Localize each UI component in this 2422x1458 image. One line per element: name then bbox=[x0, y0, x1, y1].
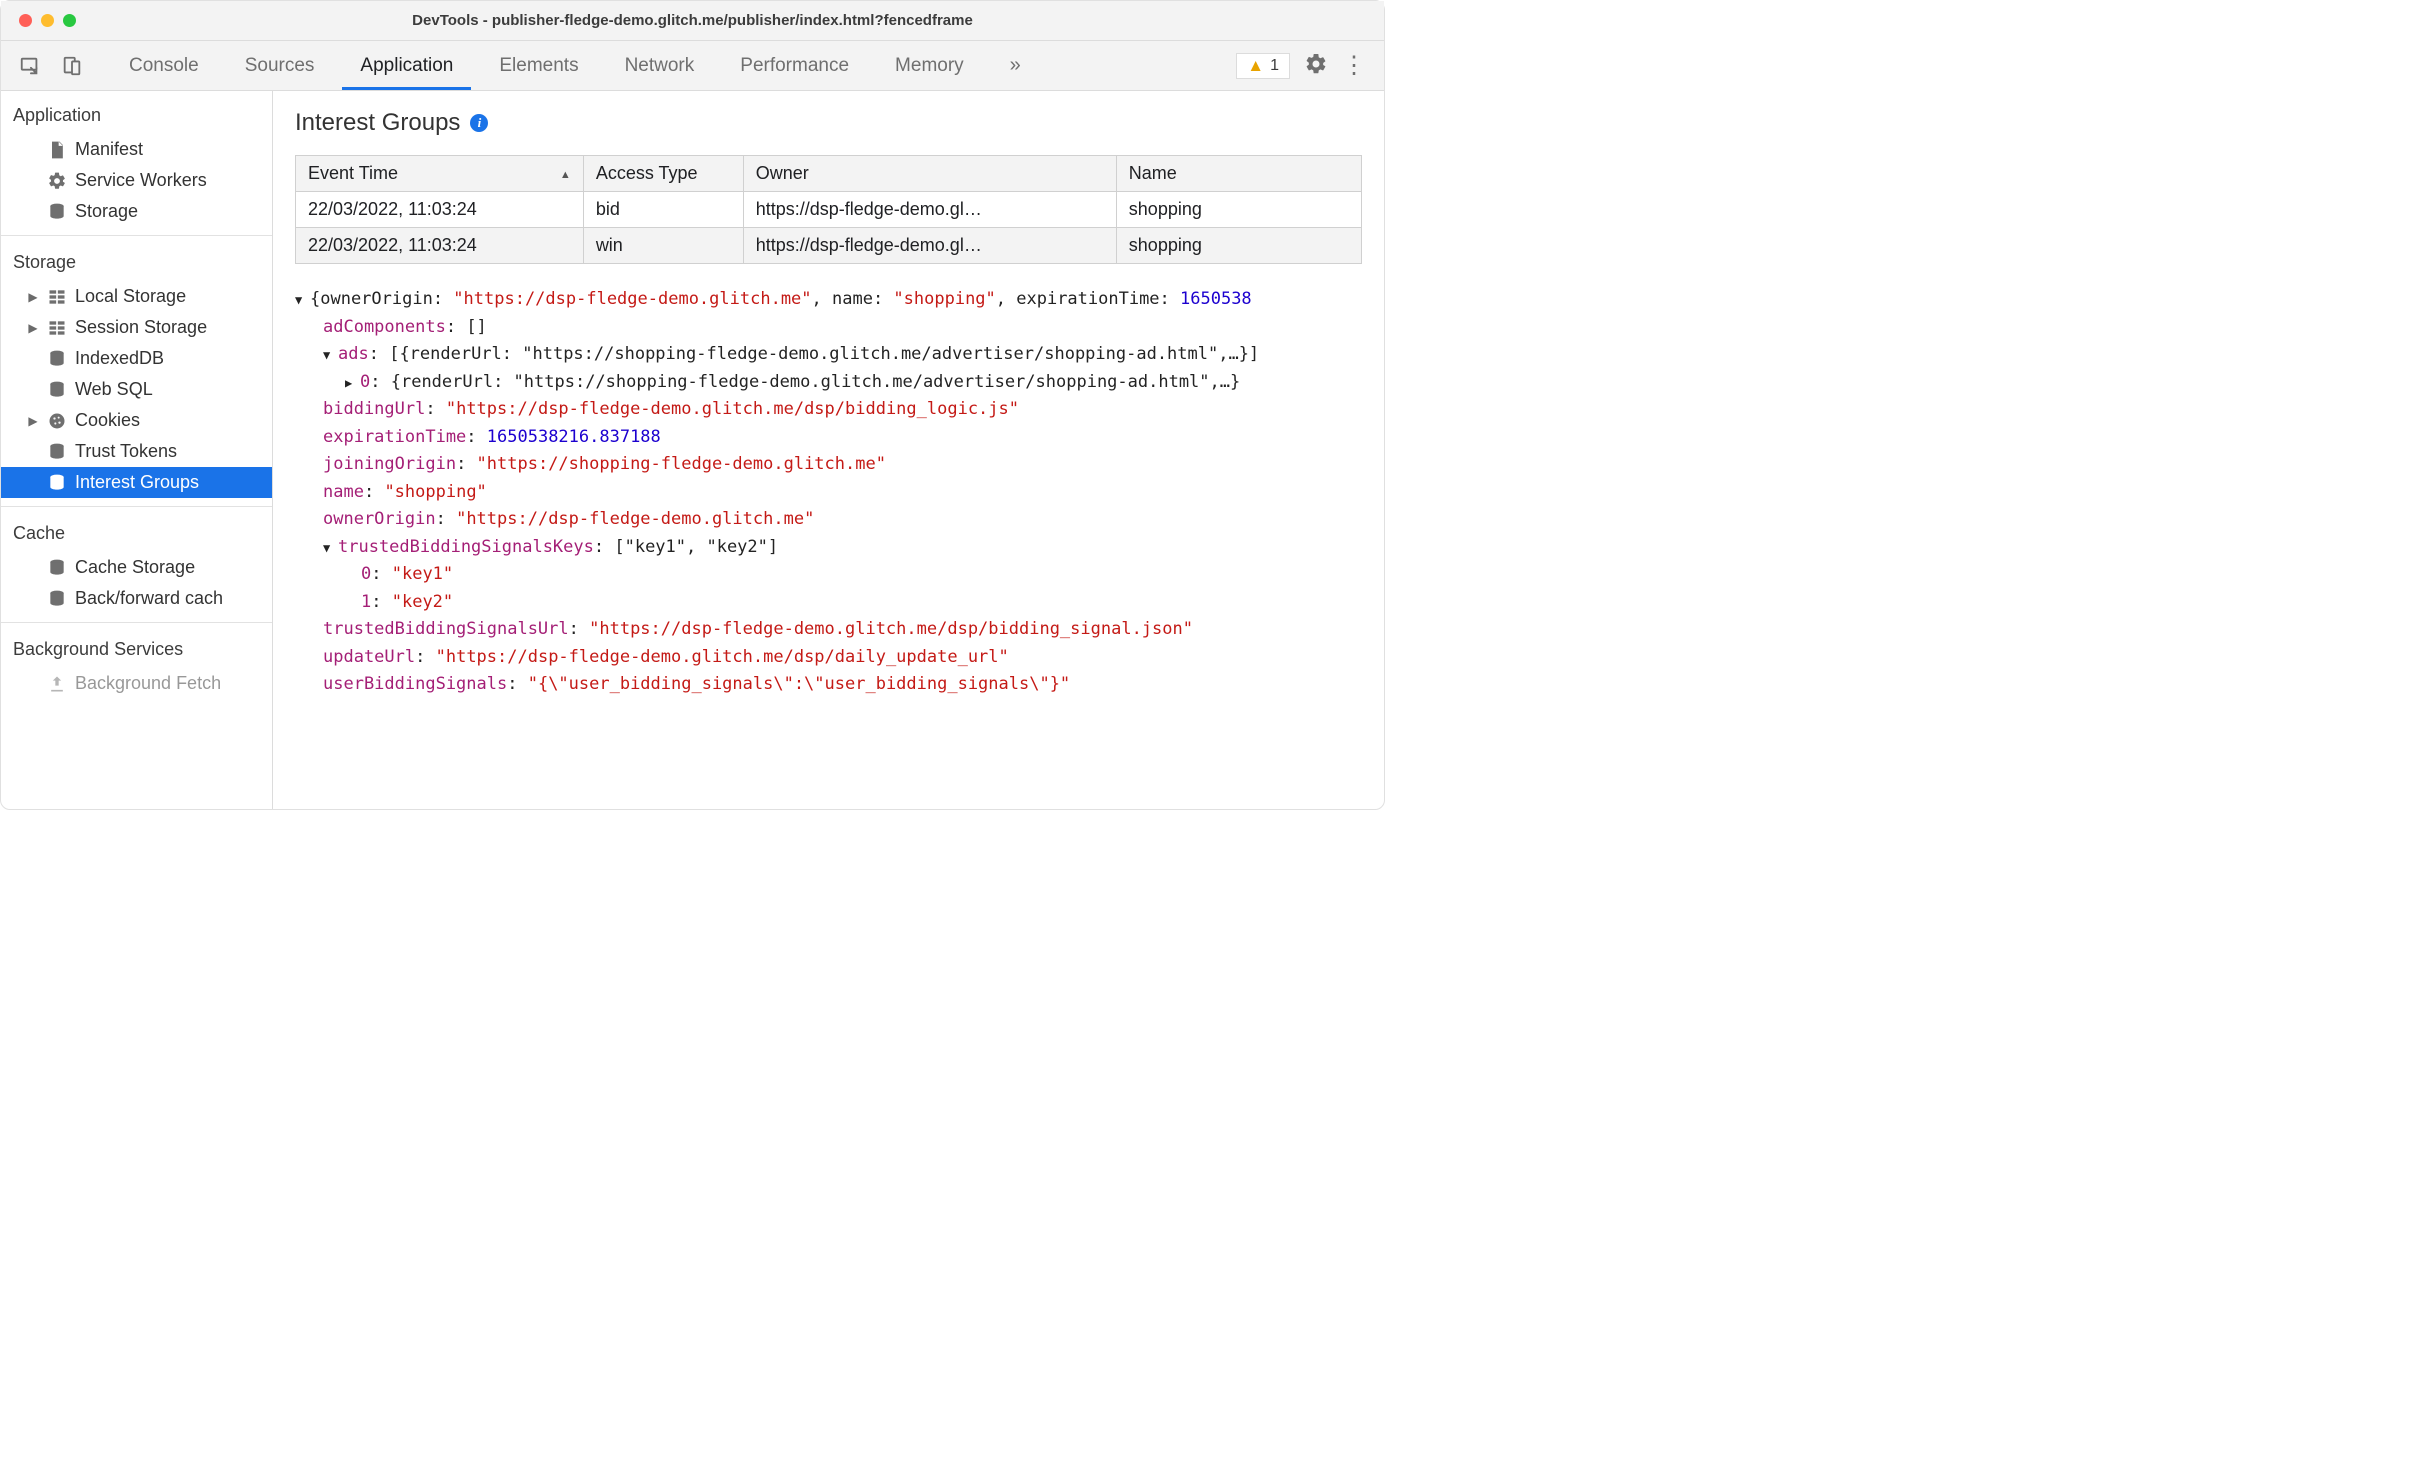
sidebar-item-label: Manifest bbox=[75, 139, 143, 160]
sidebar-item-back-forward-cache[interactable]: ▶ Back/forward cach bbox=[1, 583, 272, 614]
cell-name: shopping bbox=[1116, 228, 1361, 264]
sidebar-item-trust-tokens[interactable]: ▶ Trust Tokens bbox=[1, 436, 272, 467]
window-title: DevTools - publisher-fledge-demo.glitch.… bbox=[1, 12, 1384, 29]
sidebar-item-label: Cache Storage bbox=[75, 557, 195, 578]
cell-access-type: bid bbox=[583, 192, 743, 228]
events-table: Event Time ▲ Access Type Owner Name 22/0… bbox=[295, 155, 1362, 264]
upload-icon bbox=[47, 674, 67, 694]
sidebar-item-cache-storage[interactable]: ▶ Cache Storage bbox=[1, 552, 272, 583]
database-icon bbox=[47, 442, 67, 462]
sidebar-item-background-fetch[interactable]: ▶ Background Fetch bbox=[1, 668, 272, 699]
sidebar-section-application: Application bbox=[1, 97, 272, 134]
tab-sources[interactable]: Sources bbox=[227, 44, 333, 90]
application-sidebar: Application ▶ Manifest ▶ Service Workers… bbox=[1, 91, 273, 809]
database-icon bbox=[47, 349, 67, 369]
sidebar-item-session-storage[interactable]: ▶ Session Storage bbox=[1, 312, 272, 343]
window-controls bbox=[1, 14, 76, 27]
document-icon bbox=[47, 140, 67, 160]
column-event-time[interactable]: Event Time ▲ bbox=[296, 156, 584, 192]
issues-badge[interactable]: ▲ 1 bbox=[1236, 53, 1290, 79]
column-owner[interactable]: Owner bbox=[743, 156, 1116, 192]
sidebar-item-label: Interest Groups bbox=[75, 472, 199, 493]
grid-icon bbox=[47, 318, 67, 338]
database-icon bbox=[47, 589, 67, 609]
sidebar-item-storage-summary[interactable]: ▶ Storage bbox=[1, 196, 272, 227]
database-icon bbox=[47, 380, 67, 400]
close-window-button[interactable] bbox=[19, 14, 32, 27]
fullscreen-window-button[interactable] bbox=[63, 14, 76, 27]
tab-network[interactable]: Network bbox=[607, 44, 713, 90]
sidebar-section-storage: Storage bbox=[1, 244, 272, 281]
cell-owner: https://dsp-fledge-demo.gl… bbox=[743, 192, 1116, 228]
interest-groups-panel: Interest Groups i Event Time ▲ Access Ty… bbox=[273, 91, 1384, 809]
panel-tabs: Console Sources Application Elements Net… bbox=[111, 41, 1033, 90]
sort-asc-icon: ▲ bbox=[560, 169, 571, 181]
sidebar-item-label: Background Fetch bbox=[75, 673, 221, 694]
sidebar-item-label: Service Workers bbox=[75, 170, 207, 191]
tab-console[interactable]: Console bbox=[111, 44, 217, 90]
settings-button[interactable] bbox=[1304, 52, 1328, 79]
sidebar-item-label: IndexedDB bbox=[75, 348, 164, 369]
sidebar-item-label: Trust Tokens bbox=[75, 441, 177, 462]
sidebar-item-label: Session Storage bbox=[75, 317, 207, 338]
object-inspector[interactable]: ▼{ownerOrigin: "https://dsp-fledge-demo.… bbox=[295, 286, 1362, 699]
cell-name: shopping bbox=[1116, 192, 1361, 228]
sidebar-item-label: Storage bbox=[75, 201, 138, 222]
expand-toggle[interactable]: ▶ bbox=[345, 374, 360, 393]
sidebar-item-cookies[interactable]: ▶ Cookies bbox=[1, 405, 272, 436]
more-options-button[interactable]: ⋮ bbox=[1342, 54, 1366, 78]
cookie-icon bbox=[47, 411, 67, 431]
panel-title: Interest Groups bbox=[295, 109, 460, 137]
tab-elements[interactable]: Elements bbox=[481, 44, 596, 90]
device-toolbar-button[interactable] bbox=[51, 55, 93, 77]
sidebar-item-service-workers[interactable]: ▶ Service Workers bbox=[1, 165, 272, 196]
inspect-element-button[interactable] bbox=[9, 55, 51, 77]
cell-access-type: win bbox=[583, 228, 743, 264]
sidebar-item-interest-groups[interactable]: ▶ Interest Groups bbox=[1, 467, 272, 498]
database-icon bbox=[47, 202, 67, 222]
sidebar-item-label: Cookies bbox=[75, 410, 140, 431]
sidebar-item-label: Back/forward cach bbox=[75, 588, 223, 609]
sidebar-item-label: Web SQL bbox=[75, 379, 153, 400]
table-row[interactable]: 22/03/2022, 11:03:24 win https://dsp-fle… bbox=[296, 228, 1362, 264]
minimize-window-button[interactable] bbox=[41, 14, 54, 27]
database-icon bbox=[47, 473, 67, 493]
cell-event-time: 22/03/2022, 11:03:24 bbox=[296, 192, 584, 228]
sidebar-section-cache: Cache bbox=[1, 515, 272, 552]
tab-memory[interactable]: Memory bbox=[877, 44, 982, 90]
grid-icon bbox=[47, 287, 67, 307]
sidebar-item-indexeddb[interactable]: ▶ IndexedDB bbox=[1, 343, 272, 374]
expand-toggle[interactable]: ▼ bbox=[323, 539, 338, 558]
more-tabs-button[interactable]: » bbox=[992, 44, 1033, 90]
devtools-toolbar: Console Sources Application Elements Net… bbox=[1, 41, 1384, 91]
expand-toggle[interactable]: ▼ bbox=[323, 346, 338, 365]
table-row[interactable]: 22/03/2022, 11:03:24 bid https://dsp-fle… bbox=[296, 192, 1362, 228]
tab-performance[interactable]: Performance bbox=[722, 44, 867, 90]
sidebar-item-label: Local Storage bbox=[75, 286, 186, 307]
cell-event-time: 22/03/2022, 11:03:24 bbox=[296, 228, 584, 264]
sidebar-item-local-storage[interactable]: ▶ Local Storage bbox=[1, 281, 272, 312]
cell-owner: https://dsp-fledge-demo.gl… bbox=[743, 228, 1116, 264]
sidebar-item-websql[interactable]: ▶ Web SQL bbox=[1, 374, 272, 405]
warning-icon: ▲ bbox=[1247, 56, 1264, 76]
column-access-type[interactable]: Access Type bbox=[583, 156, 743, 192]
database-icon bbox=[47, 558, 67, 578]
column-name[interactable]: Name bbox=[1116, 156, 1361, 192]
tab-application[interactable]: Application bbox=[342, 44, 471, 90]
sidebar-item-manifest[interactable]: ▶ Manifest bbox=[1, 134, 272, 165]
sidebar-section-background: Background Services bbox=[1, 631, 272, 668]
panel-heading: Interest Groups i bbox=[295, 109, 1362, 137]
issues-count: 1 bbox=[1270, 57, 1279, 75]
expand-toggle[interactable]: ▼ bbox=[295, 291, 310, 310]
info-icon[interactable]: i bbox=[470, 114, 488, 132]
window-titlebar: DevTools - publisher-fledge-demo.glitch.… bbox=[1, 1, 1384, 41]
gear-icon bbox=[47, 171, 67, 191]
